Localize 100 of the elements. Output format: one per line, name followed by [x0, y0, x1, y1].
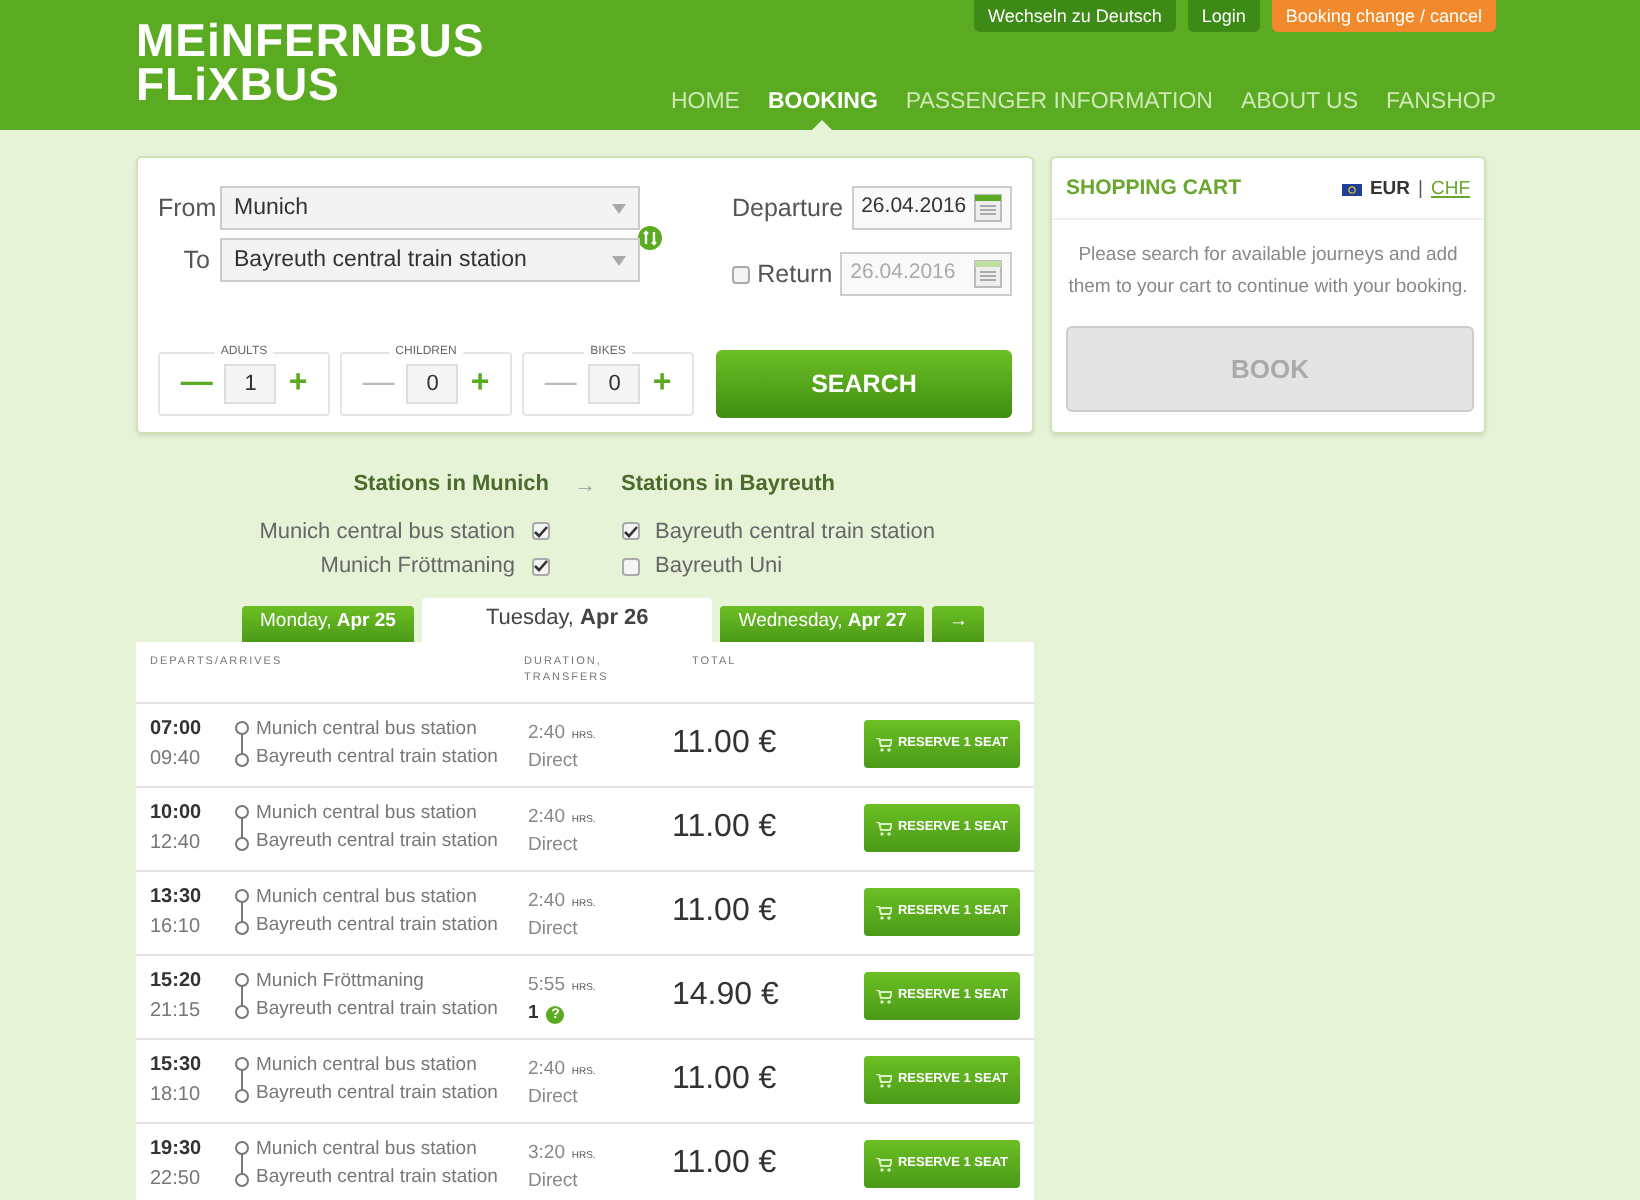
- minus-button[interactable]: —: [362, 368, 395, 400]
- arrow-text: →: [574, 474, 596, 498]
- nav-link[interactable]: FANSHOP: [1386, 86, 1496, 130]
- header-button[interactable]: Booking change / cancel: [1271, 0, 1496, 32]
- flag-icon: [1341, 183, 1362, 196]
- caret-icon: [612, 204, 626, 214]
- arrival-time: 16:10: [150, 914, 203, 942]
- cart-icon: [875, 1157, 892, 1171]
- check-icon: [533, 560, 547, 573]
- station-name: Munich central bus station: [256, 1136, 479, 1164]
- separator-text: |: [1418, 175, 1423, 204]
- counter-value[interactable]: 0: [406, 364, 459, 404]
- arrival-time: 22:50: [150, 1166, 203, 1194]
- route-icon: [234, 720, 250, 768]
- next-day-button[interactable]: →: [932, 605, 984, 641]
- station-checkbox[interactable]: [531, 522, 549, 541]
- counter-value[interactable]: 0: [588, 364, 641, 404]
- nav-link[interactable]: PASSENGER INFORMATION: [905, 86, 1213, 130]
- return-checkbox[interactable]: [732, 265, 750, 283]
- duration-text: 2:40: [528, 805, 565, 828]
- minus-button[interactable]: —: [180, 368, 213, 400]
- departure-time: 07:00: [150, 716, 204, 744]
- transfers-text: Direct: [528, 748, 578, 776]
- check-icon: [533, 525, 547, 538]
- plus-button[interactable]: +: [470, 368, 490, 400]
- route-icon: [234, 804, 250, 852]
- from-select[interactable]: Munich: [220, 186, 640, 230]
- station-checkbox[interactable]: [621, 522, 639, 541]
- station-name: Bayreuth central train station: [256, 996, 500, 1024]
- station-name: Munich Fröttmaning: [256, 968, 426, 996]
- calendar-icon: [974, 194, 1002, 222]
- duration-text: 2:40: [528, 721, 565, 744]
- cart-title: SHOPPING CART: [1066, 174, 1242, 204]
- station-name: Munich central bus station: [256, 884, 479, 912]
- transfers-text: Direct: [528, 1168, 578, 1196]
- route-icon: [234, 1056, 250, 1104]
- to-label: To: [181, 243, 210, 278]
- departure-time: 15:30: [150, 1052, 204, 1080]
- route-icon: [234, 888, 250, 936]
- cart-icon: [875, 821, 892, 835]
- arrival-time: 09:40: [150, 746, 203, 774]
- day-tab[interactable]: Monday, Apr 25: [242, 605, 414, 641]
- nav-link[interactable]: HOME: [670, 86, 740, 130]
- station-name: Bayreuth central train station: [256, 1164, 500, 1192]
- from-label: From: [158, 191, 210, 226]
- departure-field[interactable]: 26.04.2016: [851, 186, 1012, 230]
- departure-time: 19:30: [150, 1136, 204, 1164]
- station-name: Bayreuth central train station: [256, 828, 500, 856]
- cart-icon: [875, 905, 892, 919]
- station-name: Munich Fröttmaning: [320, 552, 515, 582]
- station-name: Bayreuth central train station: [655, 517, 936, 547]
- stations-title: Stations in Munich: [353, 470, 549, 500]
- cart-icon: [875, 737, 892, 751]
- price-text: 14.90 €: [672, 976, 781, 1016]
- cart-message: Please search for available journeys and add them to your cart to continue with your booking.: [1066, 241, 1470, 302]
- logo-text: MEiNFERNBUS: [136, 18, 485, 62]
- price-text: 11.00 €: [672, 892, 779, 932]
- station-name: Bayreuth Uni: [655, 552, 783, 582]
- price-text: 11.00 €: [672, 724, 779, 764]
- station-checkbox[interactable]: [531, 557, 549, 576]
- departure-time: 15:20: [150, 968, 204, 996]
- plus-button[interactable]: +: [288, 368, 308, 400]
- cart-icon: [875, 989, 892, 1003]
- station-name: Bayreuth central train station: [256, 744, 500, 772]
- calendar-icon: [974, 260, 1002, 288]
- price-text: 11.00 €: [672, 1060, 779, 1100]
- to-select[interactable]: Bayreuth central train station: [220, 238, 640, 282]
- station-name: Munich central bus station: [256, 716, 479, 744]
- nav-link[interactable]: ABOUT US: [1240, 86, 1359, 130]
- transfers-text: 1: [528, 1000, 539, 1028]
- duration-text: 2:40: [528, 889, 565, 912]
- station-checkbox[interactable]: [621, 557, 639, 576]
- transfers-text: Direct: [528, 916, 578, 944]
- caret-icon: [612, 256, 626, 266]
- arrival-time: 21:15: [150, 998, 203, 1026]
- currency-link[interactable]: EUR: [1369, 175, 1410, 204]
- day-tab[interactable]: Tuesday, Apr 26: [421, 597, 713, 641]
- header-button[interactable]: Wechseln zu Deutsch: [974, 0, 1176, 32]
- arrival-time: 12:40: [150, 830, 203, 858]
- transfers-text: Direct: [528, 1084, 578, 1112]
- nav-link[interactable]: BOOKING: [767, 86, 878, 130]
- day-tab[interactable]: Wednesday, Apr 27: [720, 605, 925, 641]
- header-button[interactable]: Login: [1187, 0, 1260, 32]
- swap-icon: [638, 226, 662, 250]
- return-label: Return: [757, 257, 833, 292]
- duration-text: 2:40: [528, 1057, 565, 1080]
- duration-text: 5:55: [528, 973, 565, 996]
- transfers-text: Direct: [528, 832, 578, 860]
- check-icon: [623, 525, 637, 538]
- logo-text: FLiXBUS: [136, 62, 340, 106]
- station-name: Bayreuth central train station: [256, 1080, 500, 1108]
- plus-button[interactable]: +: [652, 368, 672, 400]
- station-name: Bayreuth central train station: [256, 912, 500, 940]
- counter-value[interactable]: 1: [224, 364, 277, 404]
- departure-label: Departure: [732, 191, 844, 226]
- minus-button[interactable]: —: [544, 368, 577, 400]
- cart-icon: [875, 1073, 892, 1087]
- search-button[interactable]: SEARCH: [716, 350, 1012, 418]
- return-field[interactable]: 26.04.2016: [840, 252, 1012, 296]
- currency-link[interactable]: CHF: [1430, 175, 1470, 204]
